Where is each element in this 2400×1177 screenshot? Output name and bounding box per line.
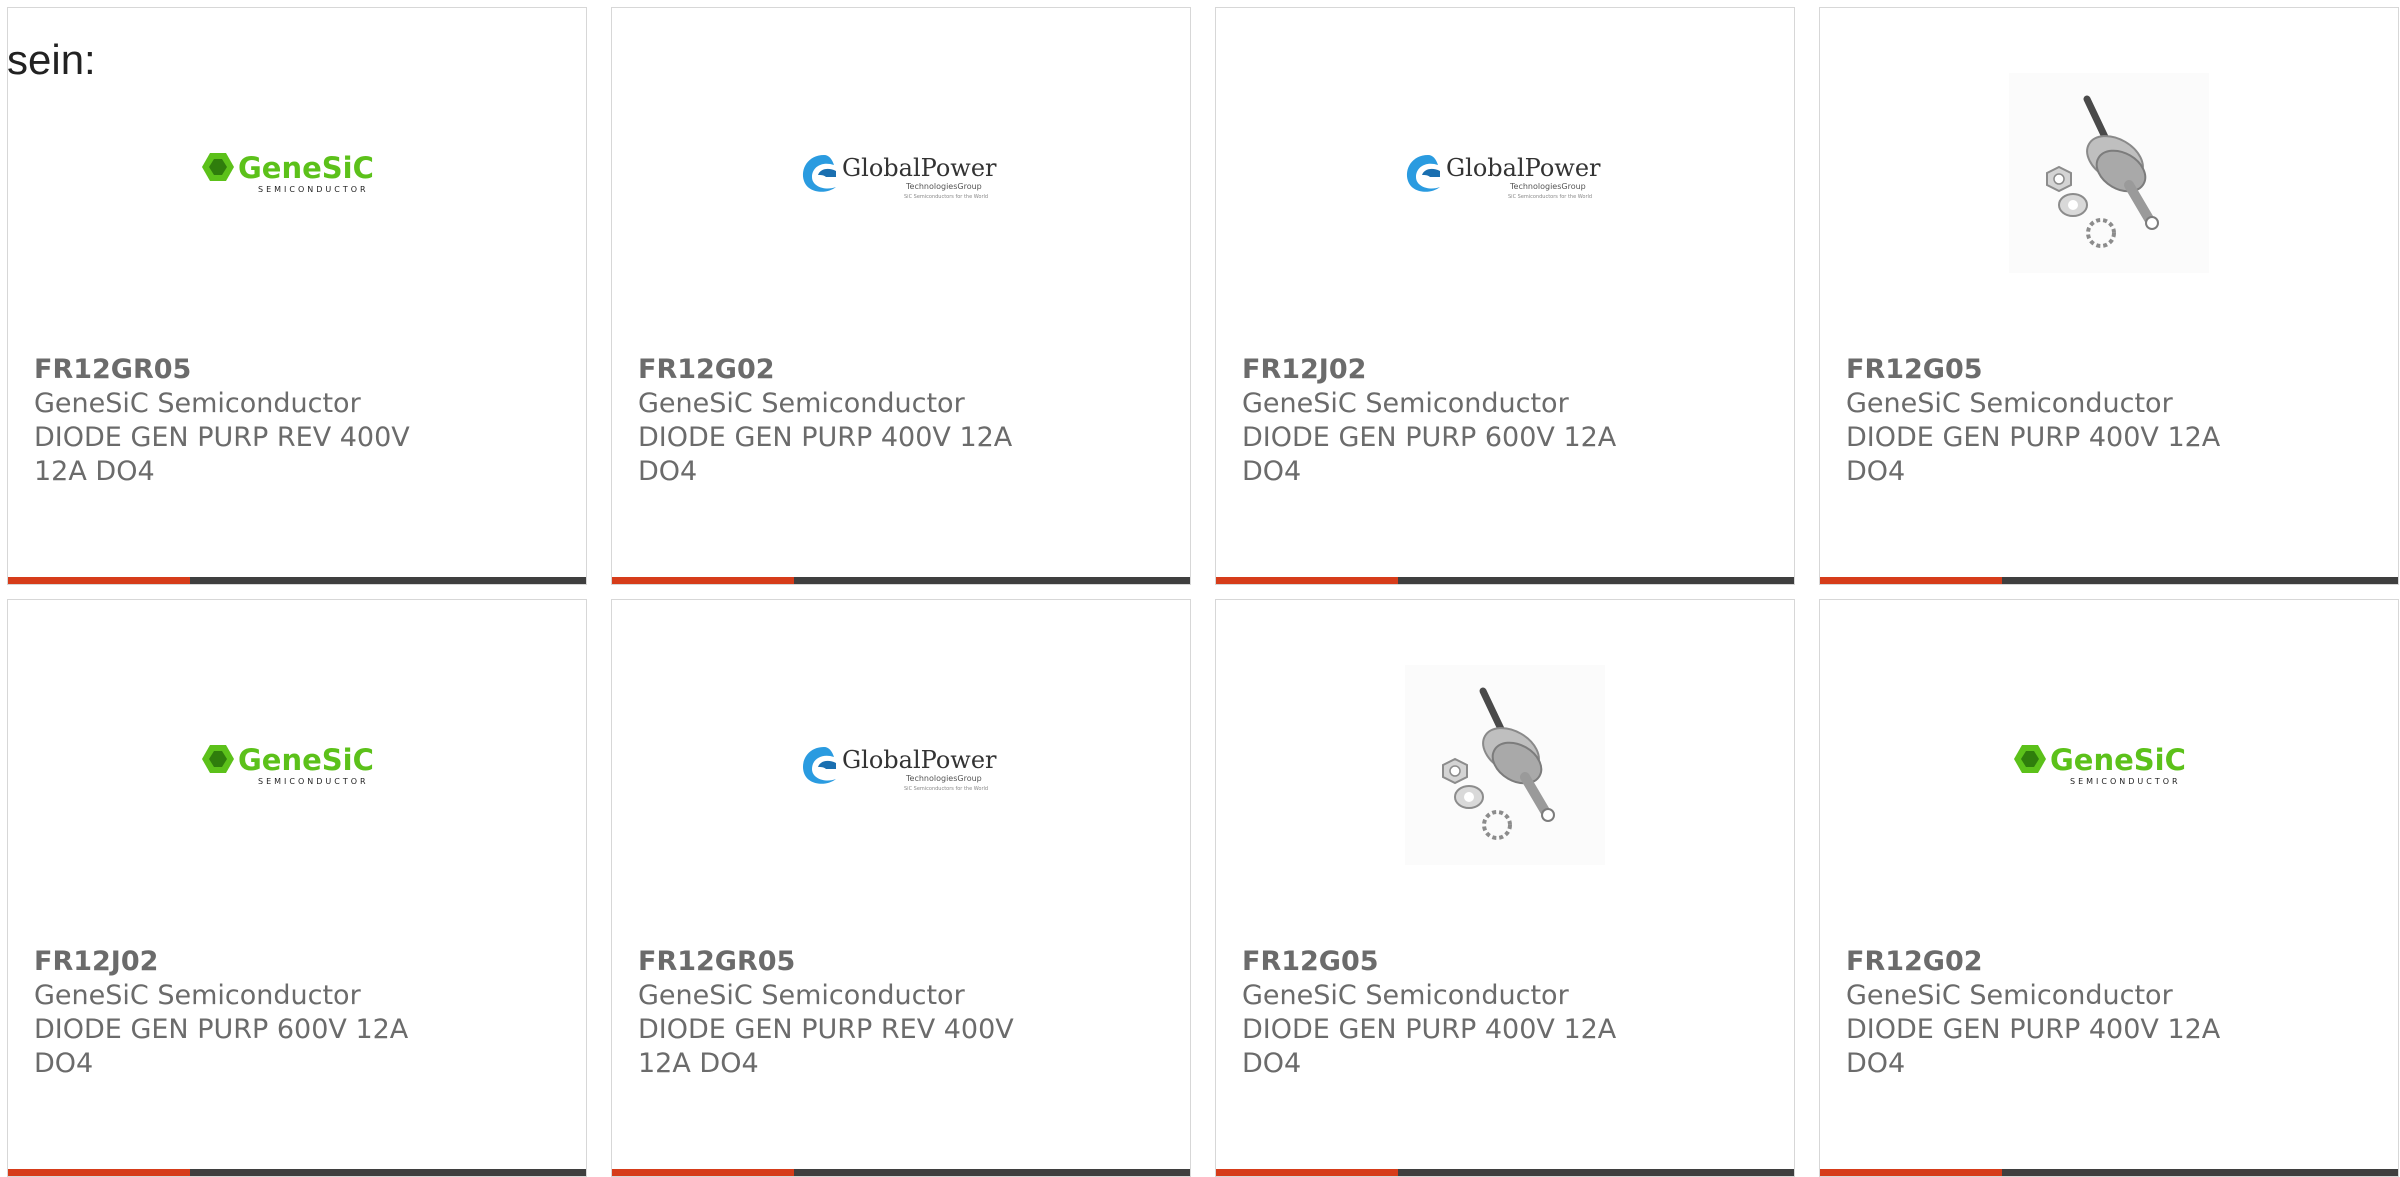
part-number[interactable]: FR12J02 [1242,353,1662,387]
product-card[interactable]: GlobalPower TechnologiesGroup SiC Semico… [611,7,1191,585]
product-card[interactable]: FR12G05 GeneSiC Semiconductor DIODE GEN … [1215,599,1795,1177]
product-image[interactable] [1820,8,2398,338]
card-bar-accent [8,577,190,584]
product-card[interactable]: GeneSiC SEMICONDUCTOR FR12G02 GeneSiC Se… [1819,599,2399,1177]
stud-diode-photo-icon [2009,73,2209,273]
card-bottom-bar [1820,1169,2398,1176]
globalpower-logo-icon: GlobalPower TechnologiesGroup SiC Semico… [802,154,997,200]
product-description: DIODE GEN PURP REV 400V 12A DO4 [638,1014,1014,1079]
card-bar-accent [612,577,794,584]
card-bar-accent [1216,1169,1398,1176]
product-grid: GeneSiC SEMICONDUCTOR FR12GR05 GeneSiC S… [7,7,2400,1177]
product-description: DIODE GEN PURP 400V 12A DO4 [1846,422,2221,487]
product-info: FR12J02 GeneSiC Semiconductor DIODE GEN … [34,945,454,1081]
manufacturer: GeneSiC Semiconductor [1846,980,2173,1011]
card-bar-accent [612,1169,794,1176]
intro-text: sein: [7,36,96,83]
svg-text:SiC Semiconductors for the Wor: SiC Semiconductors for the World [904,786,988,792]
product-info: FR12J02 GeneSiC Semiconductor DIODE GEN … [1242,353,1662,489]
part-number[interactable]: FR12G05 [1242,945,1662,979]
card-bar-accent [1820,1169,2002,1176]
globalpower-logo-icon: GlobalPower TechnologiesGroup SiC Semico… [802,746,997,792]
product-image[interactable] [1216,600,1794,930]
svg-text:GeneSiC: GeneSiC [2050,743,2186,777]
product-image[interactable]: GeneSiC SEMICONDUCTOR [8,600,586,930]
stud-diode-photo-icon [1405,665,1605,865]
product-description: DIODE GEN PURP 400V 12A DO4 [1242,1014,1617,1079]
genesic-logo-icon: GeneSiC SEMICONDUCTOR [202,743,374,786]
svg-text:SEMICONDUCTOR: SEMICONDUCTOR [258,185,369,194]
svg-text:SiC Semiconductors for the Wor: SiC Semiconductors for the World [1508,194,1592,200]
genesic-logo-icon: GeneSiC SEMICONDUCTOR [2014,743,2186,786]
manufacturer: GeneSiC Semiconductor [1242,388,1569,419]
product-info: FR12G05 GeneSiC Semiconductor DIODE GEN … [1846,353,2266,489]
svg-text:TechnologiesGroup: TechnologiesGroup [905,774,982,783]
part-number[interactable]: FR12GR05 [34,353,454,387]
svg-text:GlobalPower: GlobalPower [1446,154,1601,182]
product-card[interactable]: FR12G05 GeneSiC Semiconductor DIODE GEN … [1819,7,2399,585]
manufacturer: GeneSiC Semiconductor [638,388,965,419]
manufacturer: GeneSiC Semiconductor [34,388,361,419]
manufacturer: GeneSiC Semiconductor [1242,980,1569,1011]
product-image[interactable]: GeneSiC SEMICONDUCTOR [1820,600,2398,930]
product-description: DIODE GEN PURP REV 400V 12A DO4 [34,422,410,487]
card-bar-accent [1820,577,2002,584]
svg-text:TechnologiesGroup: TechnologiesGroup [905,182,982,191]
card-bottom-bar [8,577,586,584]
product-image[interactable]: GlobalPower TechnologiesGroup SiC Semico… [612,8,1190,338]
svg-text:GlobalPower: GlobalPower [842,746,997,774]
product-image[interactable]: GlobalPower TechnologiesGroup SiC Semico… [1216,8,1794,338]
card-bottom-bar [612,1169,1190,1176]
product-description: DIODE GEN PURP 600V 12A DO4 [1242,422,1617,487]
svg-text:GeneSiC: GeneSiC [238,151,374,185]
svg-text:GeneSiC: GeneSiC [238,743,374,777]
card-bottom-bar [612,577,1190,584]
product-info: FR12GR05 GeneSiC Semiconductor DIODE GEN… [638,945,1058,1081]
svg-text:TechnologiesGroup: TechnologiesGroup [1509,182,1586,191]
part-number[interactable]: FR12GR05 [638,945,1058,979]
product-info: FR12G02 GeneSiC Semiconductor DIODE GEN … [1846,945,2266,1081]
manufacturer: GeneSiC Semiconductor [34,980,361,1011]
card-bottom-bar [1216,577,1794,584]
card-bottom-bar [8,1169,586,1176]
card-bar-accent [1216,577,1398,584]
product-info: FR12G02 GeneSiC Semiconductor DIODE GEN … [638,353,1058,489]
manufacturer: GeneSiC Semiconductor [1846,388,2173,419]
card-bottom-bar [1820,577,2398,584]
product-description: DIODE GEN PURP 400V 12A DO4 [1846,1014,2221,1079]
svg-text:SEMICONDUCTOR: SEMICONDUCTOR [258,777,369,786]
genesic-logo-icon: GeneSiC SEMICONDUCTOR [202,151,374,194]
product-info: FR12G05 GeneSiC Semiconductor DIODE GEN … [1242,945,1662,1081]
product-description: DIODE GEN PURP 600V 12A DO4 [34,1014,409,1079]
part-number[interactable]: FR12G05 [1846,353,2266,387]
svg-text:SiC Semiconductors for the Wor: SiC Semiconductors for the World [904,194,988,200]
card-bar-accent [8,1169,190,1176]
part-number[interactable]: FR12G02 [1846,945,2266,979]
globalpower-logo-icon: GlobalPower TechnologiesGroup SiC Semico… [1406,154,1601,200]
card-bottom-bar [1216,1169,1794,1176]
svg-text:GlobalPower: GlobalPower [842,154,997,182]
product-image[interactable]: GlobalPower TechnologiesGroup SiC Semico… [612,600,1190,930]
svg-text:SEMICONDUCTOR: SEMICONDUCTOR [2070,777,2181,786]
product-info: FR12GR05 GeneSiC Semiconductor DIODE GEN… [34,353,454,489]
part-number[interactable]: FR12J02 [34,945,454,979]
product-card[interactable]: GlobalPower TechnologiesGroup SiC Semico… [1215,7,1795,585]
part-number[interactable]: FR12G02 [638,353,1058,387]
product-card[interactable]: GlobalPower TechnologiesGroup SiC Semico… [611,599,1191,1177]
manufacturer: GeneSiC Semiconductor [638,980,965,1011]
product-card[interactable]: GeneSiC SEMICONDUCTOR FR12J02 GeneSiC Se… [7,599,587,1177]
product-description: DIODE GEN PURP 400V 12A DO4 [638,422,1013,487]
product-card[interactable]: GeneSiC SEMICONDUCTOR FR12GR05 GeneSiC S… [7,7,587,585]
